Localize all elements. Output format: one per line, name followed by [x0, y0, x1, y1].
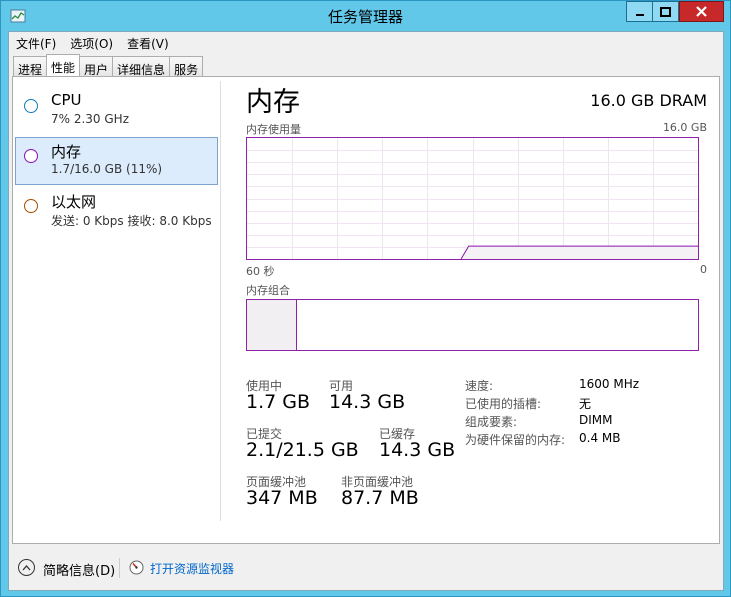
nonpaged-pool-value: 87.7 MB [341, 487, 419, 509]
form-factor-value: DIMM [579, 413, 613, 427]
cpu-circle-icon [24, 99, 38, 113]
slots-used-value: 无 [579, 397, 592, 411]
sidebar-item-detail: 7% 2.30 GHz [51, 112, 130, 126]
close-icon [696, 6, 707, 17]
maximize-button[interactable] [652, 1, 679, 22]
tab-strip: 进程 性能 用户 详细信息 服务 [13, 54, 204, 77]
usage-area [461, 246, 698, 259]
composition-in-use [247, 300, 297, 350]
tab-users[interactable]: 用户 [79, 56, 114, 77]
memory-usage-graph [246, 137, 699, 260]
resource-monitor-icon[interactable] [129, 560, 144, 575]
sidebar-divider [220, 81, 221, 521]
close-button[interactable] [679, 1, 724, 22]
usage-graph-label: 内存使用量 [246, 123, 301, 136]
performance-panel: CPU 7% 2.30 GHz 内存 1.7/16.0 GB (11%) 以太网… [12, 76, 720, 544]
graph-time-start: 60 秒 [246, 265, 275, 278]
sidebar-item-ethernet[interactable]: 以太网 发送: 0 Kbps 接收: 8.0 Kbps [15, 187, 218, 235]
memory-type: 16.0 GB DRAM [590, 91, 707, 110]
window-client: 文件(F) 选项(O) 查看(V) 进程 性能 用户 详细信息 服务 CPU 7… [8, 31, 724, 591]
memory-circle-icon [24, 149, 38, 163]
sidebar-item-cpu[interactable]: CPU 7% 2.30 GHz [15, 87, 218, 135]
tab-processes[interactable]: 进程 [13, 56, 48, 77]
page-title: 内存 [246, 87, 300, 118]
chevron-up-icon[interactable] [18, 559, 35, 576]
memory-usage-chart [247, 138, 698, 259]
memory-composition-bar [246, 299, 699, 351]
menu-options[interactable]: 选项(O) [63, 32, 120, 52]
available-value: 14.3 GB [329, 391, 406, 413]
task-manager-window: 任务管理器 文件(F) 选项(O) 查看(V) 进程 性能 用户 详细信息 服务… [0, 0, 731, 597]
composition-label: 内存组合 [246, 284, 290, 297]
menu-file[interactable]: 文件(F) [9, 32, 63, 52]
in-use-value: 1.7 GB [246, 391, 311, 413]
tab-details[interactable]: 详细信息 [112, 56, 171, 77]
sidebar-item-detail: 发送: 0 Kbps 接收: 8.0 Kbps [51, 214, 212, 228]
minimize-button[interactable] [626, 1, 652, 22]
slots-used-label: 已使用的插槽: [465, 397, 542, 411]
menu-bar: 文件(F) 选项(O) 查看(V) [9, 32, 176, 52]
speed-value: 1600 MHz [579, 377, 640, 391]
sidebar-item-detail: 1.7/16.0 GB (11%) [51, 162, 163, 176]
open-resource-monitor-link[interactable]: 打开资源监视器 [150, 560, 234, 577]
sidebar-item-memory[interactable]: 内存 1.7/16.0 GB (11%) [15, 137, 218, 185]
minimize-icon [635, 13, 644, 16]
menu-view[interactable]: 查看(V) [120, 32, 176, 52]
maximize-icon [660, 6, 671, 17]
window-title: 任务管理器 [327, 8, 403, 26]
paged-pool-value: 347 MB [246, 487, 318, 509]
committed-value: 2.1/21.5 GB [246, 439, 359, 461]
fewer-details-button[interactable]: 简略信息(D) [43, 560, 115, 579]
graph-time-end: 0 [700, 263, 707, 276]
footer-separator [119, 558, 120, 578]
speed-label: 速度: [465, 379, 494, 393]
tab-performance[interactable]: 性能 [46, 54, 81, 76]
usage-graph-max: 16.0 GB [662, 121, 707, 134]
hardware-reserved-label: 为硬件保留的内存: [465, 433, 566, 447]
title-bar[interactable]: 任务管理器 [1, 1, 730, 31]
sidebar-item-label: 内存 [51, 143, 82, 161]
hardware-reserved-value: 0.4 MB [579, 431, 621, 445]
sidebar-item-label: 以太网 [51, 193, 97, 211]
tab-services[interactable]: 服务 [169, 56, 204, 77]
cached-value: 14.3 GB [379, 439, 456, 461]
form-factor-label: 组成要素: [465, 415, 518, 429]
sidebar-item-label: CPU [51, 91, 82, 109]
footer-bar: 简略信息(D) 打开资源监视器 [9, 546, 725, 590]
ethernet-circle-icon [24, 199, 38, 213]
